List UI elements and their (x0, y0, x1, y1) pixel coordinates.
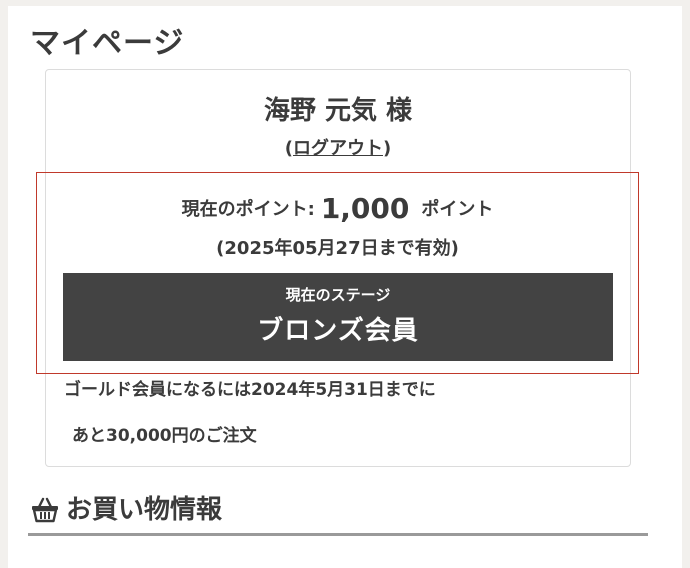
shopping-section-title: お買い物情報 (66, 495, 223, 525)
points-unit: ポイント (421, 199, 494, 220)
stage-label: 現在のステージ (285, 286, 391, 304)
shopping-section-header: お買い物情報 (30, 492, 222, 528)
logout-wrapper: (ログアウト) (46, 136, 630, 162)
stage-name: ブロンズ会員 (257, 316, 419, 346)
section-divider (28, 533, 648, 536)
points-summary: 現在のポイント: 1,000 ポイント (36, 192, 639, 227)
points-value: 1,000 (320, 192, 410, 225)
stage-banner: 現在のステージ ブロンズ会員 (63, 273, 613, 361)
logout-link[interactable]: ログアウト (293, 138, 383, 159)
upgrade-notice-line2: あと30,000円のご注文 (72, 426, 257, 446)
logout-paren-close: ) (383, 138, 392, 159)
points-label: 現在のポイント: (181, 199, 315, 220)
page-title: マイページ (30, 26, 185, 61)
points-expiry: (2025年05月27日まで有効) (216, 238, 459, 259)
upgrade-notice-line1: ゴールド会員になるには2024年5月31日までに (64, 380, 436, 400)
basket-icon (30, 496, 60, 524)
user-name: 海野 元気 様 (263, 96, 413, 126)
logout-paren-open: ( (284, 138, 293, 159)
